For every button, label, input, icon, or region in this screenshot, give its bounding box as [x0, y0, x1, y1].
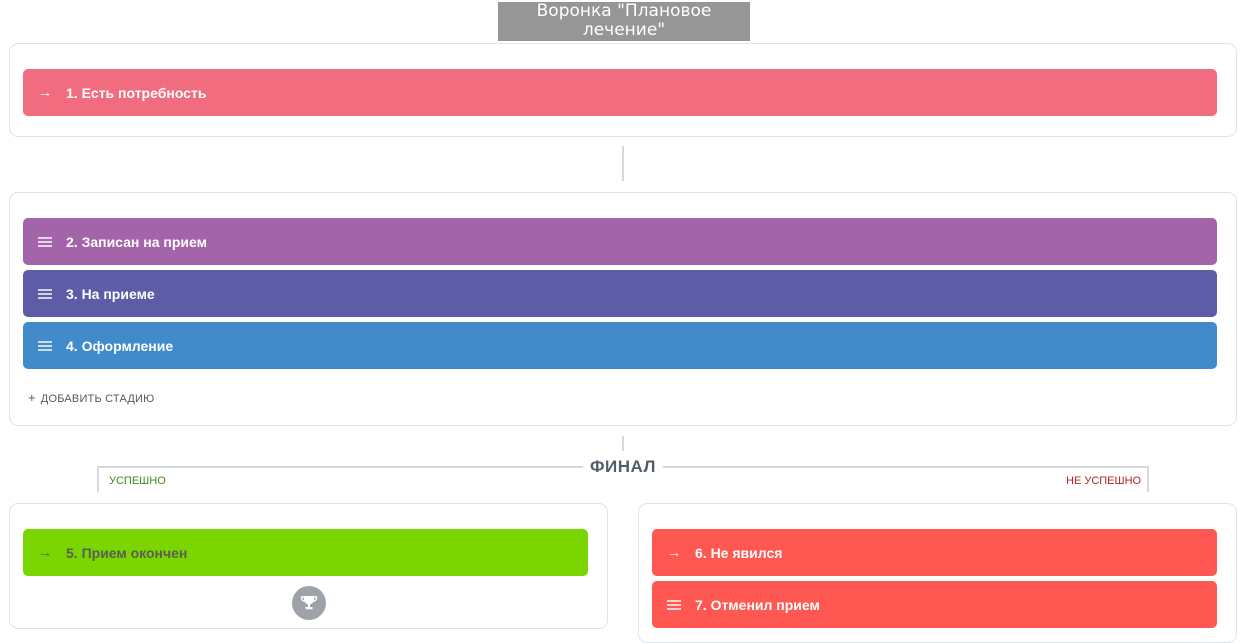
stage-label: 1. Есть потребность [66, 84, 207, 101]
stage-7[interactable]: 7. Отменил прием [652, 581, 1217, 628]
stage-5[interactable]: → 5. Прием окончен [23, 529, 588, 576]
add-stage-label: ДОБАВИТЬ СТАДИЮ [40, 393, 155, 405]
drag-handle-icon[interactable] [37, 340, 53, 351]
stage-6[interactable]: → 6. Не явился [652, 529, 1217, 576]
stage-1[interactable]: → 1. Есть потребность [23, 69, 1217, 116]
connector-line [622, 436, 624, 451]
arrow-right-icon: → [666, 544, 682, 561]
plus-icon: + [28, 390, 36, 405]
arrow-right-icon: → [37, 544, 53, 561]
final-label: ФИНАЛ [585, 457, 661, 477]
stage-label: 2. Записан на прием [66, 233, 207, 250]
stage-4[interactable]: 4. Оформление [23, 322, 1217, 369]
stage-2[interactable]: 2. Записан на прием [23, 218, 1217, 265]
drag-handle-icon[interactable] [37, 288, 53, 299]
stage-label: 6. Не явился [695, 544, 783, 561]
arrow-right-icon: → [37, 84, 53, 101]
trophy-icon [292, 586, 326, 620]
stage-label: 4. Оформление [66, 337, 174, 354]
connector-line [622, 146, 624, 181]
fail-label: НЕ УСПЕШНО [1066, 475, 1142, 487]
stage-label: 3. На приеме [66, 285, 155, 302]
stage-3[interactable]: 3. На приеме [23, 270, 1217, 317]
stage-label: 5. Прием окончен [66, 544, 188, 561]
drag-handle-icon[interactable] [666, 599, 682, 610]
stage-label: 7. Отменил прием [695, 596, 820, 613]
success-bracket [97, 466, 583, 492]
add-stage-button[interactable]: + ДОБАВИТЬ СТАДИЮ [28, 390, 154, 405]
drag-handle-icon[interactable] [37, 236, 53, 247]
funnel-title: Воронка "Плановое лечение" [498, 2, 750, 41]
success-label: УСПЕШНО [109, 475, 166, 487]
